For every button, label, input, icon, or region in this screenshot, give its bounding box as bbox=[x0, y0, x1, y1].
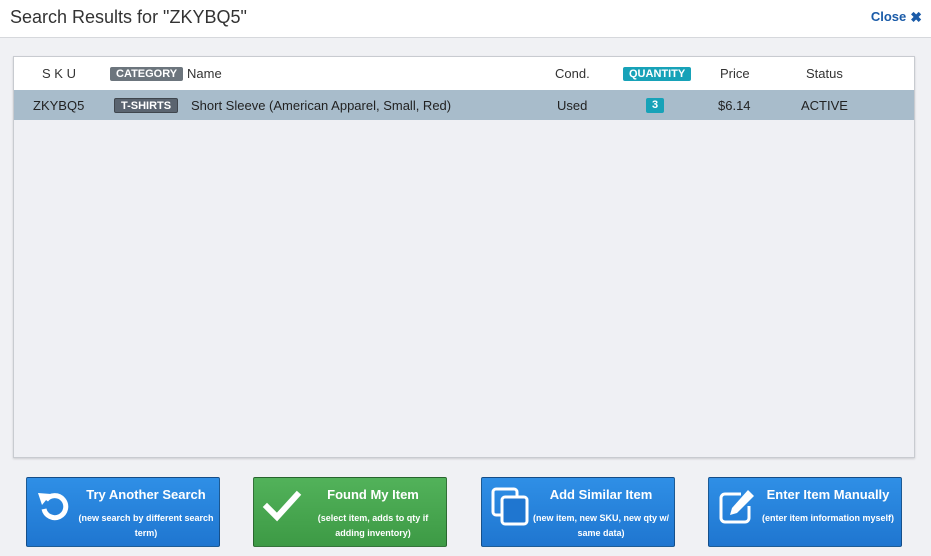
found-my-item-button[interactable]: Found My Item (select item, adds to qty … bbox=[253, 477, 447, 547]
quantity-badge: 3 bbox=[646, 98, 665, 113]
check-icon bbox=[262, 490, 302, 522]
column-header-price: Price bbox=[720, 66, 750, 81]
enter-item-manually-label: Enter Item Manually bbox=[766, 487, 890, 502]
cell-condition: Used bbox=[557, 98, 588, 113]
try-another-search-sub: (new search by different search term) bbox=[78, 513, 214, 538]
add-similar-item-button[interactable]: Add Similar Item (new item, new SKU, new… bbox=[481, 477, 675, 547]
close-button[interactable]: Close ✖ bbox=[871, 9, 922, 24]
found-my-item-sub: (select item, adds to qty if adding inve… bbox=[317, 513, 429, 538]
try-another-search-label: Try Another Search bbox=[86, 487, 206, 502]
enter-item-manually-sub: (enter item information myself) bbox=[761, 513, 895, 523]
close-label: Close bbox=[870, 9, 907, 24]
add-similar-item-sub: (new item, new SKU, new qty w/ same data… bbox=[532, 513, 670, 538]
column-header-condition: Cond. bbox=[555, 66, 590, 81]
cell-sku: ZKYBQ5 bbox=[33, 98, 85, 113]
column-header-sku: S K U bbox=[42, 66, 76, 81]
close-icon: ✖ bbox=[910, 8, 922, 25]
column-header-quantity: QUANTITY bbox=[623, 67, 692, 81]
cell-name: Short Sleeve (American Apparel, Small, R… bbox=[191, 98, 452, 113]
add-similar-item-label: Add Similar Item bbox=[549, 487, 653, 502]
copy-icon bbox=[491, 487, 529, 526]
cell-price: $6.14 bbox=[718, 98, 751, 113]
column-header-category: CATEGORY bbox=[110, 67, 184, 81]
column-header-status: Status bbox=[806, 66, 843, 81]
table-row[interactable]: ZKYBQ5 T-SHIRTS Short Sleeve (American A… bbox=[14, 90, 914, 120]
edit-icon bbox=[719, 490, 754, 524]
try-another-search-button[interactable]: Try Another Search (new search by differ… bbox=[26, 477, 220, 547]
column-header-name: Name bbox=[187, 66, 222, 81]
page-title: Search Results for "ZKYBQ5" bbox=[10, 7, 247, 27]
found-my-item-label: Found My Item bbox=[327, 487, 419, 502]
enter-item-manually-button[interactable]: Enter Item Manually (enter item informat… bbox=[708, 477, 902, 547]
modal-header: Search Results for "ZKYBQ5" Close ✖ bbox=[0, 0, 931, 38]
category-badge: T-SHIRTS bbox=[114, 98, 179, 113]
results-panel: S K U CATEGORY Name Cond. QUANTITY Price… bbox=[13, 56, 915, 458]
table-header: S K U CATEGORY Name Cond. QUANTITY Price… bbox=[14, 57, 914, 90]
cell-status: ACTIVE bbox=[801, 98, 848, 113]
refresh-icon bbox=[38, 493, 69, 521]
